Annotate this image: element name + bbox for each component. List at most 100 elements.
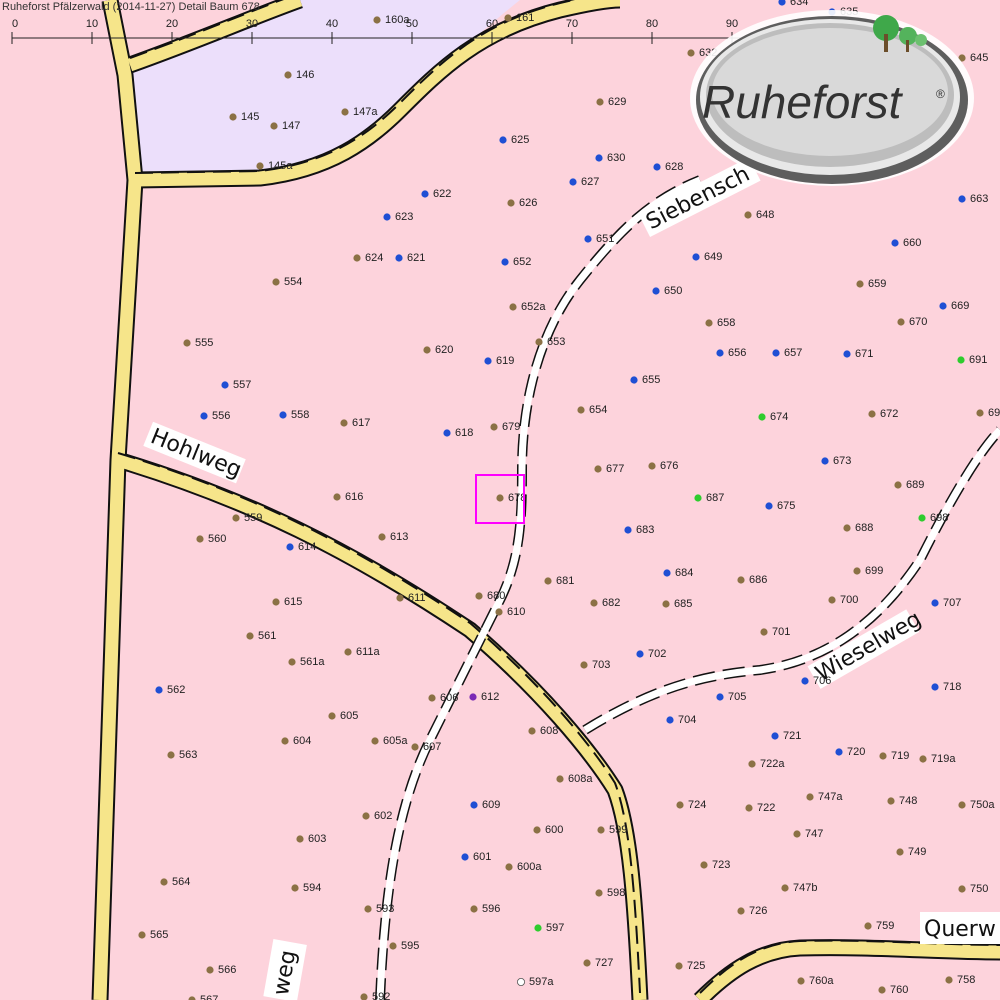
tree-marker-687[interactable]: 687 <box>694 492 724 504</box>
tree-marker-565[interactable]: 565 <box>138 929 168 941</box>
tree-marker-723[interactable]: 723 <box>700 859 730 871</box>
tree-dot[interactable] <box>878 986 886 994</box>
tree-dot[interactable] <box>958 885 966 893</box>
tree-dot[interactable] <box>528 727 536 735</box>
tree-dot[interactable] <box>246 632 254 640</box>
tree-dot[interactable] <box>662 600 670 608</box>
tree-marker-706[interactable]: 706 <box>801 675 831 687</box>
tree-marker-600a[interactable]: 600a <box>505 861 542 873</box>
tree-dot[interactable] <box>353 254 361 262</box>
tree-dot[interactable] <box>931 599 939 607</box>
tree-dot[interactable] <box>737 907 745 915</box>
tree-marker-719a[interactable]: 719a <box>919 753 956 765</box>
tree-marker-69x[interactable]: 69x <box>976 407 1000 419</box>
tree-dot[interactable] <box>200 412 208 420</box>
tree-dot[interactable] <box>286 543 294 551</box>
tree-marker-722[interactable]: 722 <box>745 802 775 814</box>
tree-marker-621[interactable]: 621 <box>395 252 425 264</box>
tree-dot[interactable] <box>378 533 386 541</box>
tree-marker-660[interactable]: 660 <box>891 237 921 249</box>
tree-marker-758[interactable]: 758 <box>945 974 975 986</box>
tree-dot[interactable] <box>272 278 280 286</box>
tree-marker-597a[interactable]: 597a <box>517 976 554 988</box>
tree-dot[interactable] <box>517 978 526 987</box>
tree-marker-648[interactable]: 648 <box>744 209 774 221</box>
tree-marker-675[interactable]: 675 <box>765 500 795 512</box>
tree-dot[interactable] <box>666 716 674 724</box>
tree-dot[interactable] <box>864 922 872 930</box>
tree-dot[interactable] <box>423 346 431 354</box>
tree-dot[interactable] <box>167 751 175 759</box>
tree-dot[interactable] <box>535 338 543 346</box>
tree-marker-617[interactable]: 617 <box>340 417 370 429</box>
tree-marker-618[interactable]: 618 <box>443 427 473 439</box>
tree-dot[interactable] <box>288 658 296 666</box>
tree-marker-608[interactable]: 608 <box>528 725 558 737</box>
tree-marker-747a[interactable]: 747a <box>806 791 843 803</box>
tree-dot[interactable] <box>737 576 745 584</box>
tree-marker-561a[interactable]: 561a <box>288 656 325 668</box>
tree-marker-760[interactable]: 760 <box>878 984 908 996</box>
tree-marker-726[interactable]: 726 <box>737 905 767 917</box>
tree-dot[interactable] <box>887 797 895 805</box>
tree-marker-557[interactable]: 557 <box>221 379 251 391</box>
tree-marker-556[interactable]: 556 <box>200 410 230 422</box>
tree-dot[interactable] <box>469 693 477 701</box>
tree-dot[interactable] <box>745 804 753 812</box>
tree-dot[interactable] <box>781 884 789 892</box>
tree-dot[interactable] <box>584 235 592 243</box>
tree-marker-676[interactable]: 676 <box>648 460 678 472</box>
tree-marker-760a[interactable]: 760a <box>797 975 834 987</box>
tree-dot[interactable] <box>580 661 588 669</box>
tree-dot[interactable] <box>383 213 391 221</box>
tree-dot[interactable] <box>868 410 876 418</box>
tree-dot[interactable] <box>594 465 602 473</box>
tree-marker-594[interactable]: 594 <box>291 882 321 894</box>
tree-marker-603[interactable]: 603 <box>296 833 326 845</box>
tree-marker-725[interactable]: 725 <box>675 960 705 972</box>
tree-dot[interactable] <box>765 502 773 510</box>
tree-marker-727[interactable]: 727 <box>583 957 613 969</box>
tree-marker-559[interactable]: 559 <box>232 512 262 524</box>
tree-dot[interactable] <box>958 801 966 809</box>
tree-dot[interactable] <box>976 409 984 417</box>
tree-marker-748[interactable]: 748 <box>887 795 917 807</box>
tree-marker-599[interactable]: 599 <box>597 824 627 836</box>
tree-dot[interactable] <box>772 349 780 357</box>
tree-dot[interactable] <box>362 812 370 820</box>
tree-marker-611a[interactable]: 611a <box>344 646 381 658</box>
tree-dot[interactable] <box>206 966 214 974</box>
tree-marker-684[interactable]: 684 <box>663 567 693 579</box>
tree-dot[interactable] <box>577 406 585 414</box>
tree-dot[interactable] <box>344 648 352 656</box>
tree-dot[interactable] <box>663 569 671 577</box>
tree-dot[interactable] <box>919 755 927 763</box>
tree-marker-561[interactable]: 561 <box>246 630 276 642</box>
tree-dot[interactable] <box>499 136 507 144</box>
tree-marker-672[interactable]: 672 <box>868 408 898 420</box>
tree-dot[interactable] <box>138 931 146 939</box>
tree-marker-686[interactable]: 686 <box>737 574 767 586</box>
tree-marker-652a[interactable]: 652a <box>509 301 546 313</box>
tree-marker-656[interactable]: 656 <box>716 347 746 359</box>
tree-marker-608a[interactable]: 608a <box>556 773 593 785</box>
tree-dot[interactable] <box>590 599 598 607</box>
forest-map[interactable]: Hohlweg Siebensch Wieselweg Querw weg 16… <box>0 0 1000 1000</box>
tree-dot[interactable] <box>556 775 564 783</box>
tree-dot[interactable] <box>281 737 289 745</box>
tree-dot[interactable] <box>705 319 713 327</box>
tree-marker-673[interactable]: 673 <box>821 455 851 467</box>
tree-dot[interactable] <box>328 712 336 720</box>
tree-dot[interactable] <box>595 889 603 897</box>
tree-dot[interactable] <box>509 303 517 311</box>
tree-marker-651[interactable]: 651 <box>584 233 614 245</box>
tree-dot[interactable] <box>596 98 604 106</box>
tree-dot[interactable] <box>443 429 451 437</box>
tree-dot[interactable] <box>505 863 513 871</box>
tree-dot[interactable] <box>595 154 603 162</box>
tree-marker-622[interactable]: 622 <box>421 188 451 200</box>
tree-marker-609[interactable]: 609 <box>470 799 500 811</box>
tree-marker-616[interactable]: 616 <box>333 491 363 503</box>
tree-dot[interactable] <box>470 801 478 809</box>
tree-marker-704[interactable]: 704 <box>666 714 696 726</box>
